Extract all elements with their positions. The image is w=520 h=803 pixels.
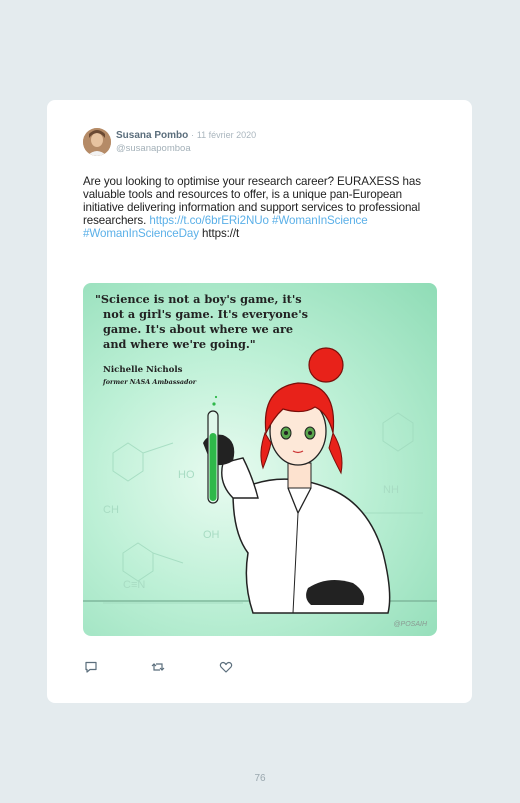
avatar-photo [83, 128, 111, 156]
quote-line: and where we're going." [103, 337, 256, 351]
svg-text:C≡N: C≡N [123, 579, 145, 591]
tweet-date[interactable]: 11 février 2020 [197, 130, 256, 140]
quote-text: "Science is not a boy's game, it's not a… [95, 292, 345, 352]
avatar[interactable] [83, 128, 111, 156]
svg-text:OH: OH [203, 529, 220, 541]
retweet-button[interactable] [151, 660, 165, 674]
quote-author-title: former NASA Ambassador [103, 378, 197, 386]
page-number: 76 [254, 773, 266, 784]
tweet-card: Susana Pombo · 11 février 2020 @susanapo… [47, 100, 472, 703]
hashtag-womaninscience[interactable]: #WomanInScience [272, 214, 368, 227]
tweet-image[interactable]: HO CH NH OH C≡N NH [83, 283, 437, 636]
tweet-link[interactable]: https://t.co/6brERi2NUo [149, 214, 269, 227]
tweet-text: Are you looking to optimise your researc… [83, 175, 443, 240]
like-button[interactable] [219, 660, 233, 674]
artist-credit: @POSAIH [393, 621, 427, 628]
author-handle[interactable]: @susanapomboa [116, 143, 191, 154]
quote-line: "Science is not a boy's game, it's [95, 292, 302, 306]
quote-line: not a girl's game. It's everyone's [103, 307, 309, 321]
author-name[interactable]: Susana Pombo [116, 130, 188, 141]
quote-author: Nichelle Nichols [103, 365, 183, 375]
retweet-icon [151, 663, 165, 671]
reply-button[interactable] [84, 660, 98, 674]
author-line: Susana Pombo · 11 février 2020 [116, 130, 256, 141]
hashtag-womaninscienceday[interactable]: #WomanInScienceDay [83, 227, 199, 240]
svg-text:HO: HO [178, 469, 195, 481]
heart-icon [219, 661, 233, 673]
tweet-trailing-text: https://t [202, 227, 240, 240]
separator: · [191, 130, 195, 140]
quote-line: game. It's about where we are [103, 322, 294, 336]
reply-icon [85, 661, 97, 673]
svg-text:CH: CH [103, 504, 119, 516]
svg-text:NH: NH [383, 484, 399, 496]
